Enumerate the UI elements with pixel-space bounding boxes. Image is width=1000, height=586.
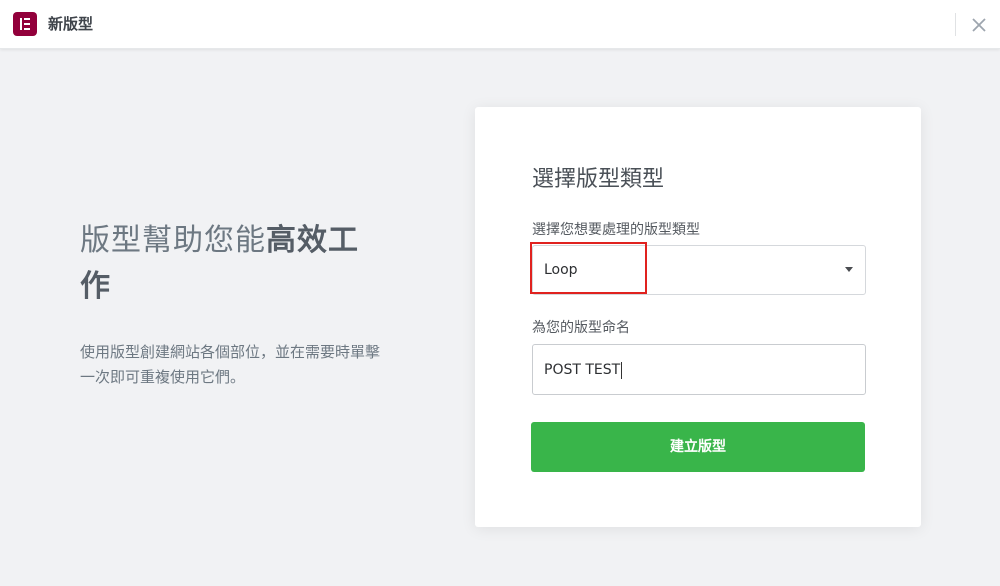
template-form-card: 選擇版型類型 選擇您想要處理的版型類型 Loop 為您的版型命名 建立版型 xyxy=(475,107,921,527)
intro-heading-bold-continued: 作 xyxy=(80,269,111,304)
create-template-button[interactable]: 建立版型 xyxy=(531,422,865,472)
top-bar: 新版型 xyxy=(0,0,1000,49)
template-name-input[interactable] xyxy=(532,344,866,395)
modal-title: 新版型 xyxy=(48,15,94,33)
caret-down-icon xyxy=(845,267,853,272)
header-divider xyxy=(955,13,956,36)
template-type-label: 選擇您想要處理的版型類型 xyxy=(532,222,700,238)
template-type-select[interactable]: Loop xyxy=(532,245,866,295)
intro-description: 使用版型創建網站各個部位，並在需要時單擊一次即可重複使用它們。 xyxy=(80,343,381,386)
intro-heading: 版型幫助您能高效工作 xyxy=(80,218,380,310)
text-cursor xyxy=(621,362,622,379)
form-title: 選擇版型類型 xyxy=(532,167,665,192)
close-button[interactable] xyxy=(968,14,990,36)
intro-heading-bold: 高效工 xyxy=(266,223,359,258)
close-icon xyxy=(972,18,986,32)
elementor-logo-icon xyxy=(13,12,37,36)
template-type-selected-value: Loop xyxy=(544,262,578,278)
template-name-label: 為您的版型命名 xyxy=(532,320,630,336)
intro-heading-regular: 版型幫助您能 xyxy=(80,223,266,258)
